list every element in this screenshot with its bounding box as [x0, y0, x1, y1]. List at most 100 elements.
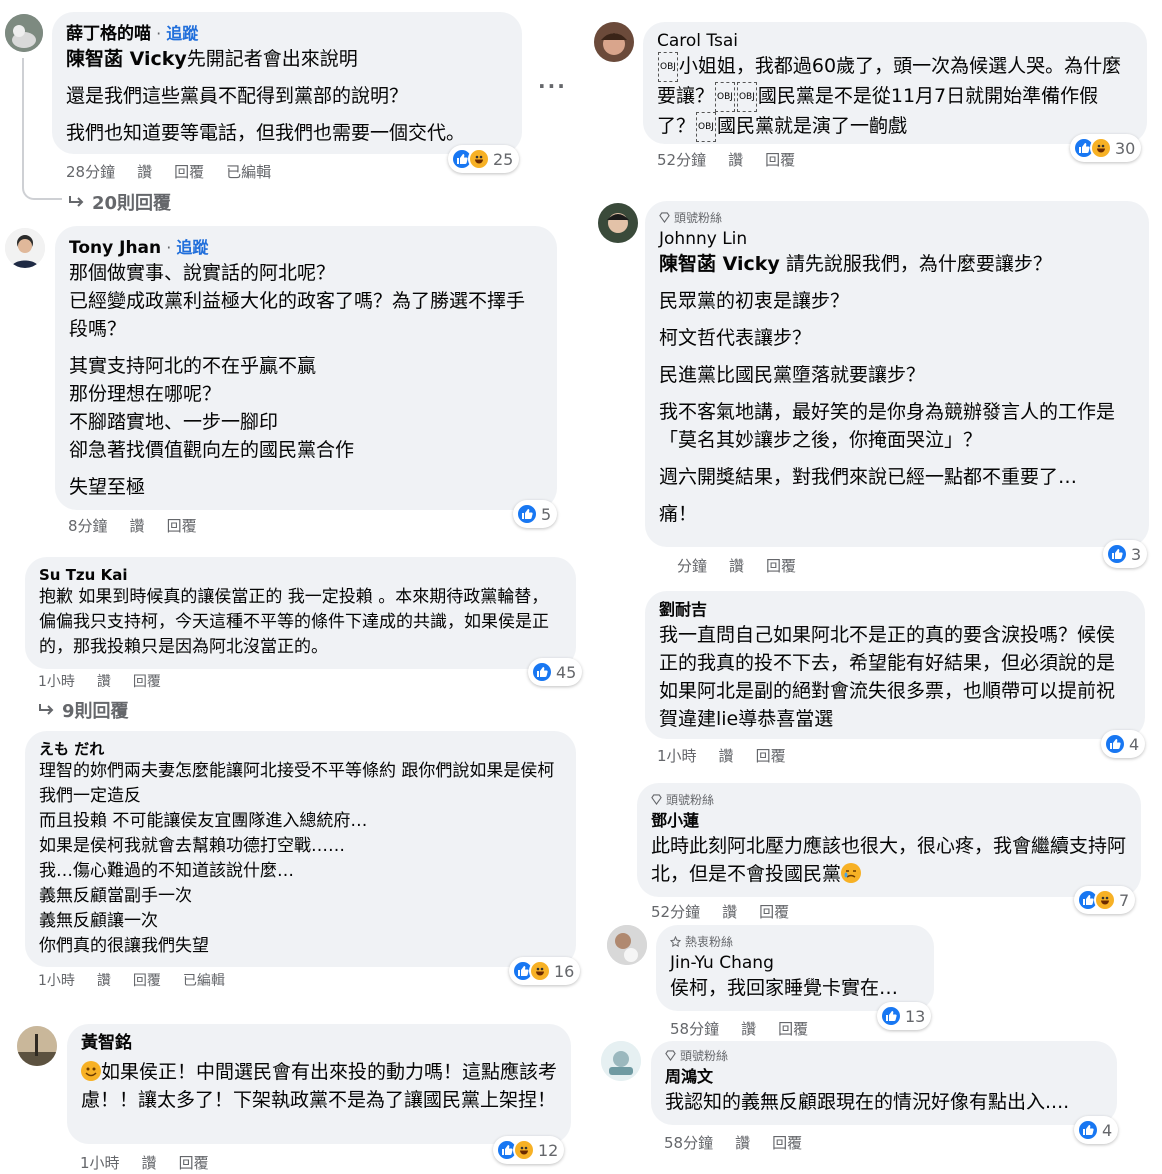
commenter-name[interactable]: Carol Tsai [657, 30, 1133, 52]
comment-bubble: Tony Jhan · 追蹤 那個做實事、說實話的阿北呢？ 已經變成政黨利益極大… [55, 226, 557, 510]
reply-button[interactable]: 回覆 [778, 1018, 808, 1039]
comment-bubble: えも だれ 理智的妳們兩夫妻怎麼能讓阿北接受不平等條約 跟你們說如果是侯柯 我們… [25, 731, 576, 967]
avatar[interactable] [598, 203, 638, 243]
like-button[interactable]: 讚 [741, 1018, 756, 1039]
reply-button[interactable]: 回覆 [765, 149, 795, 170]
reply-button[interactable]: 回覆 [133, 671, 161, 691]
comment-actions: 58分鐘 讚 回覆 [664, 1132, 802, 1153]
like-icon [1077, 1119, 1099, 1141]
haha-icon [513, 1139, 535, 1161]
avatar[interactable] [5, 228, 45, 268]
reaction-count[interactable]: 16 [509, 957, 581, 985]
reply-button[interactable]: 回覆 [756, 745, 786, 766]
timestamp[interactable]: 58分鐘 [670, 1018, 719, 1039]
reaction-count[interactable]: 4 [1101, 730, 1146, 758]
comment-text: 民進黨比國民黨墮落就要讓步？ [659, 364, 926, 386]
comment-actions: 58分鐘 讚 回覆 [670, 1018, 808, 1039]
commenter-name[interactable]: 周鴻文 [665, 1066, 1103, 1088]
like-button[interactable]: 讚 [130, 515, 145, 536]
comment-text: 我們也知道要等電話，但我們也需要一個交代。 [66, 122, 466, 144]
commenter-name[interactable]: 薛丁格的喵 [66, 24, 151, 44]
reply-button[interactable]: 回覆 [133, 970, 161, 990]
follow-link[interactable]: 追蹤 [176, 238, 208, 257]
comment-text: 如果侯正！中間選民會有出來投的動力嗎！這點應該考慮！！讓太多了！下架執政黨不是為… [81, 1061, 558, 1111]
reaction-count[interactable]: 13 [877, 1002, 932, 1030]
fan-badge: 熱衷粉絲 [670, 933, 920, 950]
reply-button[interactable]: 回覆 [772, 1132, 802, 1153]
haha-icon [529, 960, 551, 982]
like-button[interactable]: 讚 [97, 970, 111, 990]
edited-label: 已編輯 [182, 973, 225, 989]
timestamp[interactable]: 52分鐘 [657, 149, 706, 170]
avatar[interactable] [5, 14, 43, 52]
reaction-count[interactable]: 7 [1074, 886, 1136, 914]
like-button[interactable]: 讚 [729, 555, 744, 576]
like-button[interactable]: 讚 [722, 901, 737, 922]
comment-actions: 52分鐘 讚 回覆 [651, 901, 789, 922]
avatar[interactable] [601, 1041, 641, 1081]
reaction-count[interactable]: 4 [1074, 1116, 1119, 1144]
fan-badge: 頭號粉絲 [651, 791, 1127, 808]
avatar[interactable] [594, 22, 634, 62]
like-button[interactable]: 讚 [97, 671, 111, 691]
reaction-count[interactable]: 3 [1103, 540, 1148, 568]
commenter-name[interactable]: Su Tzu Kai [39, 565, 562, 585]
commenter-name[interactable]: 黃智銘 [81, 1032, 557, 1054]
like-button[interactable]: 讚 [137, 161, 152, 182]
timestamp[interactable]: 分鐘 [677, 555, 707, 576]
reply-button[interactable]: 回覆 [766, 555, 796, 576]
reaction-count[interactable]: 25 [448, 145, 520, 173]
timestamp[interactable]: 1小時 [80, 1152, 120, 1173]
comment-bubble: 劉耐吉 我一直問自己如果阿北不是正的真的要含淚投嗎？候侯正的我真的投不下去，希望… [645, 591, 1145, 739]
reaction-count[interactable]: 45 [528, 658, 583, 686]
like-button[interactable]: 讚 [728, 149, 743, 170]
reply-button[interactable]: 回覆 [759, 901, 789, 922]
timestamp[interactable]: 58分鐘 [664, 1132, 713, 1153]
commenter-name[interactable]: Tony Jhan [69, 238, 161, 258]
comment-actions: 52分鐘 讚 回覆 [657, 149, 795, 170]
avatar[interactable] [607, 925, 647, 965]
comment-bubble: 薛丁格的喵 · 追蹤 陳智菡 Vicky先開記者會出來說明 還是我們這些黨員不配… [52, 12, 522, 154]
timestamp[interactable]: 52分鐘 [651, 901, 700, 922]
reaction-count[interactable]: 12 [493, 1136, 565, 1164]
reply-button[interactable]: 回覆 [179, 1152, 209, 1173]
comment-text: 先開記者會出來說明 [186, 48, 358, 70]
timestamp[interactable]: 28分鐘 [66, 161, 115, 182]
comment-text: 我一直問自己如果阿北不是正的真的要含淚投嗎？候侯正的我真的投不下去，希望能有好結… [659, 624, 1116, 730]
comment-text: 還是我們這些黨員不配得到黨部的說明？ [66, 85, 409, 107]
comment-text: 抱歉 如果到時候真的讓侯當正的 我一定投賴 。本來期待政黨輪替，偏偏我只支持柯，… [39, 587, 549, 657]
view-replies-link[interactable]: 9則回覆 [38, 697, 129, 723]
mention-link[interactable]: 陳智菡 Vicky [659, 253, 780, 275]
commenter-name[interactable]: 劉耐吉 [659, 599, 1131, 621]
haha-icon [1090, 137, 1112, 159]
comment-text: 那個做實事、說實話的阿北呢？ 已經變成政黨利益極大化的政客了嗎？為了勝選不擇手段… [69, 262, 526, 340]
timestamp[interactable]: 1小時 [657, 745, 697, 766]
comment-text: 國民黨就是演了一齣戲 [716, 115, 907, 137]
comment-text: 此時此刻阿北壓力應該也很大，很心疼，我會繼續支持阿北，但是不會投國民黨 [651, 835, 1127, 885]
diamond-icon [651, 794, 662, 805]
reply-button[interactable]: 回覆 [174, 161, 204, 182]
reply-arrow-icon [69, 196, 84, 207]
comment-text: 週六開獎結果，對我們來說已經一點都不重要了… [659, 466, 1078, 488]
like-button[interactable]: 讚 [735, 1132, 750, 1153]
like-button[interactable]: 讚 [719, 745, 734, 766]
comment-text: 理智的妳們兩夫妻怎麼能讓阿北接受不平等條約 跟你們說如果是侯柯 我們一定造反 而… [39, 761, 555, 956]
comment-actions: 1小時 讚 回覆 已編輯 [38, 970, 225, 990]
commenter-name[interactable]: Jin-Yu Chang [670, 952, 920, 974]
avatar[interactable] [17, 1026, 57, 1066]
commenter-name[interactable]: Johnny Lin [659, 228, 1135, 250]
commenter-name[interactable]: 鄧小蓮 [651, 810, 1127, 832]
timestamp[interactable]: 1小時 [38, 970, 75, 990]
like-button[interactable]: 讚 [142, 1152, 157, 1173]
reaction-count[interactable]: 30 [1070, 134, 1142, 162]
commenter-name[interactable]: えも だれ [39, 739, 562, 759]
thread-line [22, 58, 62, 200]
timestamp[interactable]: 1小時 [38, 671, 75, 691]
mention-link[interactable]: 陳智菡 Vicky [66, 48, 187, 70]
reaction-count[interactable]: 5 [513, 500, 558, 528]
timestamp[interactable]: 8分鐘 [68, 515, 108, 536]
view-replies-link[interactable]: 20則回覆 [68, 189, 171, 215]
reply-button[interactable]: 回覆 [167, 515, 197, 536]
follow-link[interactable]: 追蹤 [166, 24, 198, 43]
more-options-icon[interactable]: ··· [538, 74, 567, 98]
